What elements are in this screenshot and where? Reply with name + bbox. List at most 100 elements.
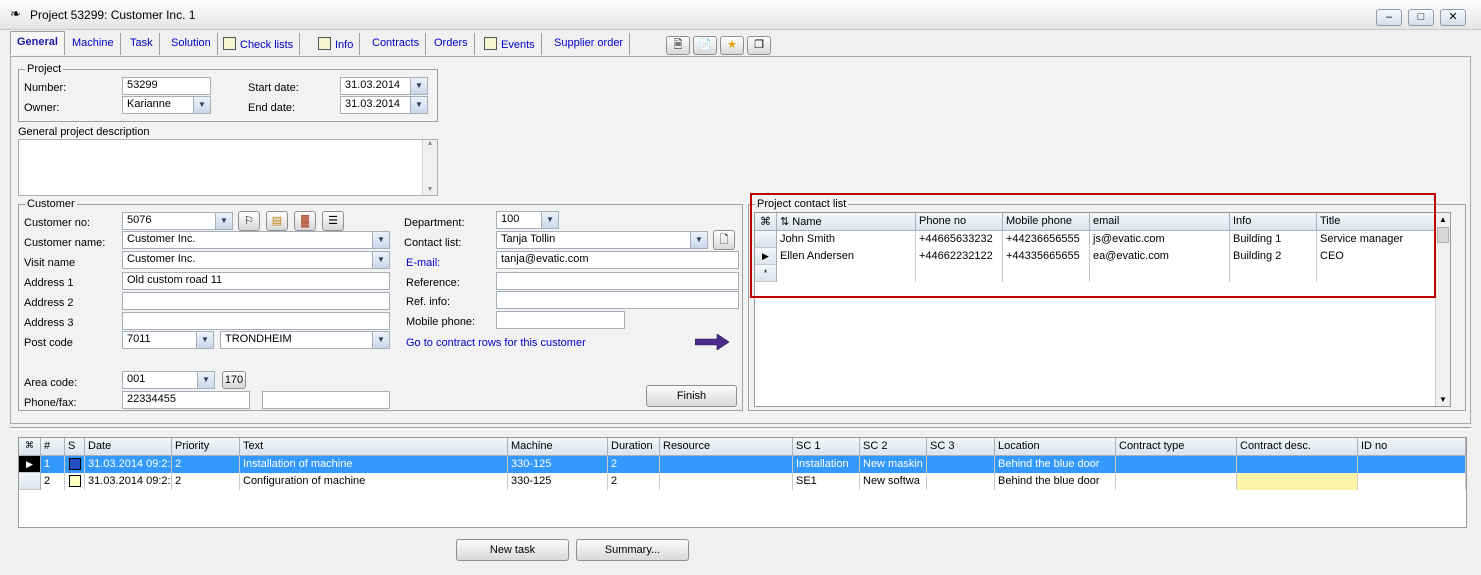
contact-scrollbar[interactable]: ▲ ▼ xyxy=(1435,213,1450,406)
chevron-down-icon[interactable]: ▼ xyxy=(372,252,389,268)
task-col-machine[interactable]: Machine xyxy=(508,438,608,456)
task-col-sc1[interactable]: SC 1 xyxy=(793,438,860,456)
grid-settings-icon[interactable]: ⌘ xyxy=(19,438,41,456)
task-priority[interactable]: 2 xyxy=(172,473,240,490)
tab-supplier-order[interactable]: Supplier order xyxy=(548,33,631,55)
tab-info[interactable]: Info xyxy=(312,33,361,55)
phone-field[interactable]: 22334455 xyxy=(122,391,250,409)
tab-machine[interactable]: Machine xyxy=(66,33,121,55)
chevron-down-icon[interactable]: ▼ xyxy=(690,232,707,248)
chevron-down-icon[interactable]: ▼ xyxy=(541,212,558,228)
task-text[interactable]: Configuration of machine xyxy=(240,473,508,490)
task-sc1[interactable]: Installation xyxy=(793,456,860,473)
task-col-resource[interactable]: Resource xyxy=(660,438,793,456)
chevron-down-icon[interactable]: ▼ xyxy=(215,213,232,229)
tab-solution[interactable]: Solution xyxy=(165,33,218,55)
task-resource[interactable] xyxy=(660,473,793,490)
task-status[interactable] xyxy=(65,456,85,473)
description-textarea[interactable]: ▲ ▼ xyxy=(18,139,438,196)
task-location[interactable]: Behind the blue door xyxy=(995,456,1116,473)
minimize-button[interactable]: – xyxy=(1376,9,1402,26)
close-button[interactable]: ✕ xyxy=(1440,9,1466,26)
chevron-down-icon[interactable]: ▼ xyxy=(196,332,213,348)
ref-info-field[interactable] xyxy=(496,291,739,309)
address2-field[interactable] xyxy=(122,292,390,310)
chevron-down-icon[interactable]: ▼ xyxy=(410,97,427,113)
vertical-scrollbar[interactable]: ▲ ▼ xyxy=(422,140,437,195)
task-col-sc2[interactable]: SC 2 xyxy=(860,438,927,456)
task-sc3[interactable] xyxy=(927,473,995,490)
end-date-field[interactable]: 31.03.2014 ▼ xyxy=(340,96,428,114)
task-sc3[interactable] xyxy=(927,456,995,473)
task-date[interactable]: 31.03.2014 09:2: xyxy=(85,456,172,473)
binoculars-icon[interactable]: ⚐ xyxy=(238,211,260,231)
task-contract-desc[interactable] xyxy=(1237,473,1358,490)
task-contract-type[interactable] xyxy=(1116,456,1237,473)
task-machine[interactable]: 330-125 xyxy=(508,456,608,473)
scroll-thumb[interactable] xyxy=(1437,227,1449,243)
tab-general[interactable]: General xyxy=(10,31,65,55)
tab-task[interactable]: Task xyxy=(124,33,160,55)
task-sc2[interactable]: New maskin xyxy=(860,456,927,473)
department-select[interactable]: 100 ▼ xyxy=(496,211,559,229)
tab-check-lists[interactable]: Check lists xyxy=(217,33,301,55)
contract-rows-link[interactable]: Go to contract rows for this customer xyxy=(406,337,586,349)
scroll-up-icon[interactable]: ▲ xyxy=(423,140,437,147)
visit-name-select[interactable]: Customer Inc. ▼ xyxy=(122,251,390,269)
task-contract-type[interactable] xyxy=(1116,473,1237,490)
chevron-down-icon[interactable]: ▼ xyxy=(410,78,427,94)
row-header[interactable] xyxy=(19,473,41,490)
contact-list-select[interactable]: Tanja Tollin ▼ xyxy=(496,231,708,249)
customer-name-select[interactable]: Customer Inc. ▼ xyxy=(122,231,390,249)
task-col-id-no[interactable]: ID no xyxy=(1358,438,1466,456)
task-col-sc3[interactable]: SC 3 xyxy=(927,438,995,456)
task-col-priority[interactable]: Priority xyxy=(172,438,240,456)
document-icon[interactable]: 📄 xyxy=(693,36,717,55)
task-resource[interactable] xyxy=(660,456,793,473)
splitter[interactable] xyxy=(10,427,1471,430)
post-code-select[interactable]: 7011 ▼ xyxy=(122,331,214,349)
chevron-down-icon[interactable]: ▼ xyxy=(197,372,214,388)
new-task-button[interactable]: New task xyxy=(456,539,569,561)
chart-icon[interactable]: ▓ xyxy=(294,211,316,231)
scroll-down-icon[interactable]: ▼ xyxy=(423,186,437,193)
fax-field[interactable] xyxy=(262,391,390,409)
notepad-icon[interactable]: 🗎 xyxy=(666,36,690,55)
scroll-up-icon[interactable]: ▲ xyxy=(1436,213,1450,227)
task-col-status[interactable]: S xyxy=(65,438,85,456)
task-status[interactable] xyxy=(65,473,85,490)
tab-events[interactable]: Events xyxy=(478,33,542,55)
mobile-phone-field[interactable] xyxy=(496,311,625,329)
task-number[interactable]: 1 xyxy=(41,456,65,473)
copy-icon[interactable]: ❐ xyxy=(747,36,771,55)
task-sc2[interactable]: New softwa xyxy=(860,473,927,490)
area-code-button[interactable]: 170 xyxy=(222,371,246,389)
task-id-no[interactable] xyxy=(1358,473,1466,490)
owner-select[interactable]: Karianne ▼ xyxy=(122,96,211,114)
scroll-down-icon[interactable]: ▼ xyxy=(1436,395,1450,404)
tab-contracts[interactable]: Contracts xyxy=(366,33,427,55)
task-number[interactable]: 2 xyxy=(41,473,65,490)
maximize-button[interactable]: □ xyxy=(1408,9,1434,26)
star-icon[interactable]: ★ xyxy=(720,36,744,55)
customer-no-field[interactable]: 5076 ▼ xyxy=(122,212,233,230)
task-col-duration[interactable]: Duration xyxy=(608,438,660,456)
summary-button[interactable]: Summary... xyxy=(576,539,689,561)
new-document-icon[interactable]: 🗋 xyxy=(713,230,735,250)
chevron-down-icon[interactable]: ▼ xyxy=(193,97,210,113)
number-field[interactable]: 53299 xyxy=(122,77,211,95)
reference-field[interactable] xyxy=(496,272,739,290)
city-select[interactable]: TRONDHEIM ▼ xyxy=(220,331,390,349)
task-location[interactable]: Behind the blue door xyxy=(995,473,1116,490)
task-col-date[interactable]: Date xyxy=(85,438,172,456)
chevron-down-icon[interactable]: ▼ xyxy=(372,232,389,248)
task-duration[interactable]: 2 xyxy=(608,473,660,490)
task-machine[interactable]: 330-125 xyxy=(508,473,608,490)
task-col-contract-desc[interactable]: Contract desc. xyxy=(1237,438,1358,456)
task-date[interactable]: 31.03.2014 09:2: xyxy=(85,473,172,490)
task-col-location[interactable]: Location xyxy=(995,438,1116,456)
task-priority[interactable]: 2 xyxy=(172,456,240,473)
folder-icon[interactable]: ▤ xyxy=(266,211,288,231)
task-col-number[interactable]: # xyxy=(41,438,65,456)
tab-orders[interactable]: Orders xyxy=(428,33,475,55)
